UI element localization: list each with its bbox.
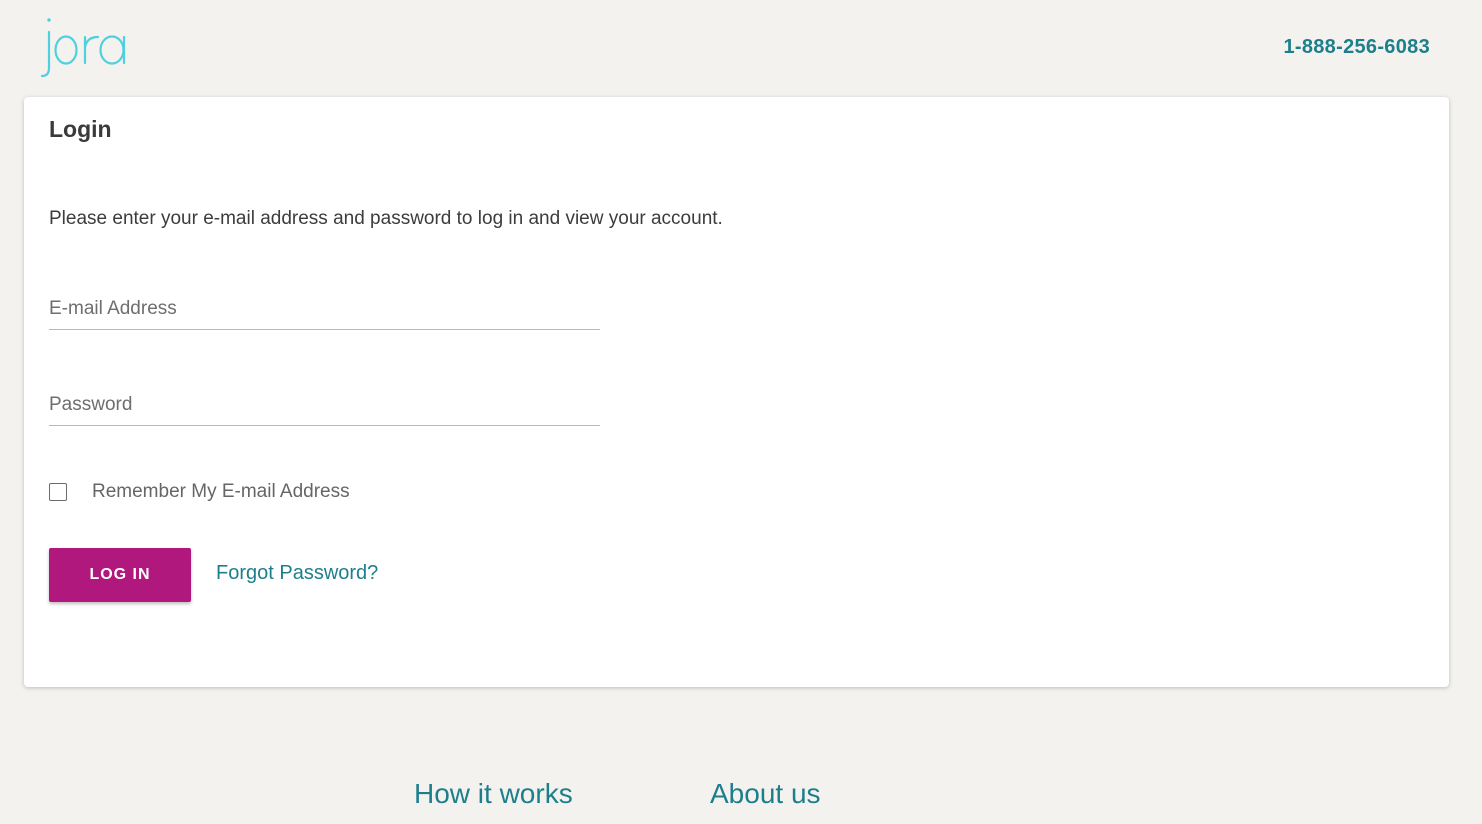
login-instructions: Please enter your e-mail address and pas… xyxy=(49,208,723,229)
login-card: Login Please enter your e-mail address a… xyxy=(24,97,1449,687)
password-input[interactable] xyxy=(49,385,600,425)
remember-email-checkbox[interactable] xyxy=(49,483,67,501)
site-header: 1-888-256-6083 xyxy=(0,0,1482,96)
email-field xyxy=(49,289,600,330)
forgot-password-link[interactable]: Forgot Password? xyxy=(216,562,378,585)
footer-link-about-us[interactable]: About us xyxy=(710,778,821,810)
email-input[interactable] xyxy=(49,289,600,329)
login-title: Login xyxy=(49,116,112,142)
footer-nav: How it works About us xyxy=(0,778,1482,818)
phone-number-link[interactable]: 1-888-256-6083 xyxy=(1283,36,1430,59)
remember-email-label[interactable]: Remember My E-mail Address xyxy=(92,481,350,503)
footer-link-how-it-works[interactable]: How it works xyxy=(414,778,573,810)
password-field xyxy=(49,385,600,426)
login-button[interactable]: LOG IN xyxy=(49,548,191,602)
remember-email-option[interactable]: Remember My E-mail Address xyxy=(49,480,350,504)
jora-logo-mark xyxy=(40,18,126,78)
jora-logo[interactable] xyxy=(40,14,152,80)
